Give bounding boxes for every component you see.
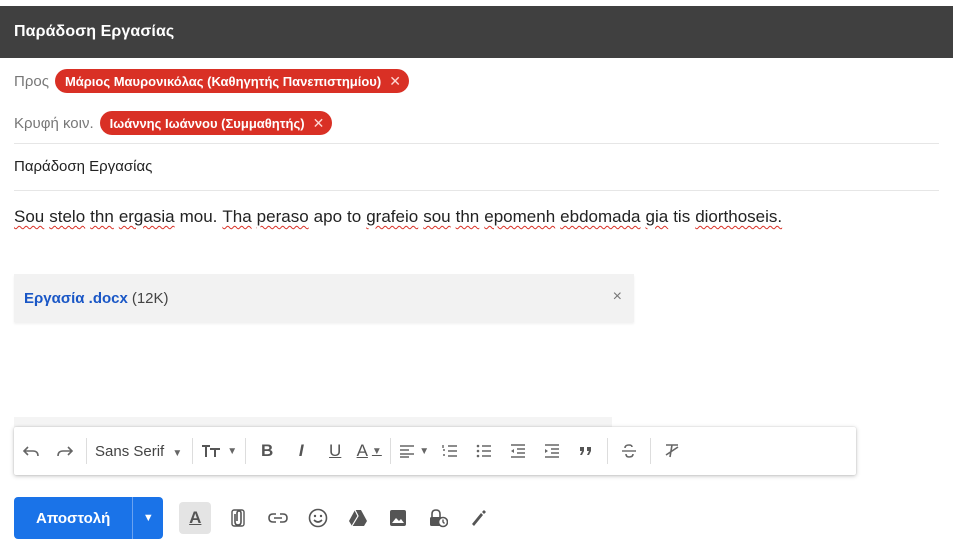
- divider: [14, 143, 939, 144]
- text-color-icon[interactable]: A ▼: [356, 436, 382, 466]
- body-word: mou.: [179, 207, 218, 226]
- toolbar-separator: [245, 438, 247, 464]
- body-word: to: [347, 207, 362, 226]
- body-word: apo: [313, 207, 343, 226]
- remove-to-recipient-icon[interactable]: ✕: [389, 73, 401, 90]
- align-icon[interactable]: ▼: [399, 436, 429, 466]
- font-family-value: Sans Serif: [95, 442, 165, 460]
- strikethrough-icon[interactable]: [616, 436, 642, 466]
- body-word: thn: [90, 207, 114, 226]
- confidential-icon[interactable]: [425, 505, 451, 531]
- body-word: diorthoseis.: [695, 207, 783, 226]
- compose-window: Παράδοση Εργασίας Προς Μάριος Μαυρονικόλ…: [0, 0, 953, 539]
- body-word: peraso: [256, 207, 309, 226]
- indent-more-icon[interactable]: [539, 436, 565, 466]
- toolbar-separator: [86, 438, 87, 464]
- bcc-row[interactable]: Κρυφή κοιν. Ιωάννης Ιωάννου (Συμμαθητής)…: [14, 108, 939, 138]
- scroll-shadow: [14, 417, 612, 427]
- body-word: stelo: [49, 207, 86, 226]
- body-word: thn: [455, 207, 480, 226]
- photo-icon[interactable]: [385, 505, 411, 531]
- toolbar-separator: [607, 438, 609, 464]
- compose-header[interactable]: Παράδοση Εργασίας: [0, 6, 953, 58]
- chevron-down-icon: ▼: [227, 445, 238, 457]
- undo-icon[interactable]: [18, 436, 44, 466]
- remove-attachment-icon[interactable]: ×: [613, 288, 622, 306]
- chevron-down-icon: ▼: [172, 447, 183, 459]
- attachment-name[interactable]: Εργασία .docx: [24, 290, 128, 307]
- attachment-size: (12K): [131, 289, 169, 307]
- body-word: epomenh: [484, 207, 556, 226]
- to-label: Προς: [14, 72, 49, 90]
- text-formatting-icon[interactable]: A: [179, 502, 212, 534]
- body-word: tis: [673, 207, 691, 226]
- send-button[interactable]: Αποστολή: [14, 497, 133, 539]
- underline-icon[interactable]: U: [322, 436, 348, 466]
- numbered-list-icon[interactable]: [437, 436, 463, 466]
- redo-icon[interactable]: [52, 436, 78, 466]
- body-word: Sou: [14, 207, 45, 226]
- divider: [14, 190, 939, 191]
- formatting-toolbar: Sans Serif ▼ ▼ B I U A ▼ ▼: [14, 427, 856, 475]
- chevron-down-icon: ▼: [371, 445, 382, 457]
- bcc-recipient-chip[interactable]: Ιωάννης Ιωάννου (Συμμαθητής) ✕: [99, 111, 333, 135]
- to-row[interactable]: Προς Μάριος Μαυρονικόλας (Καθηγητής Πανε…: [14, 66, 939, 96]
- chevron-down-icon: ▼: [419, 445, 430, 457]
- remove-formatting-icon[interactable]: [659, 436, 685, 466]
- bcc-label: Κρυφή κοιν.: [14, 114, 94, 132]
- remove-bcc-recipient-icon[interactable]: ✕: [313, 115, 325, 132]
- to-recipient-name: Μάριος Μαυρονικόλας (Καθηγητής Πανεπιστη…: [64, 73, 382, 89]
- body-word: Tha: [222, 207, 252, 226]
- quote-icon[interactable]: [573, 436, 599, 466]
- attach-icon[interactable]: [225, 505, 251, 531]
- send-options-button[interactable]: ▼: [132, 497, 164, 539]
- drive-icon[interactable]: [345, 505, 371, 531]
- bold-icon[interactable]: B: [254, 436, 280, 466]
- body-word: sou: [423, 207, 451, 226]
- compose-title: Παράδοση Εργασίας: [14, 23, 175, 40]
- body-word: gia: [645, 207, 669, 226]
- font-family-select[interactable]: Sans Serif ▼: [95, 443, 182, 460]
- body-word: grafeio: [366, 207, 419, 226]
- attachment-chip[interactable]: Εργασία .docx (12K) ×: [14, 274, 634, 322]
- body-word: ergasia: [118, 207, 175, 226]
- bulleted-list-icon[interactable]: [471, 436, 497, 466]
- signature-icon[interactable]: [465, 505, 491, 531]
- italic-icon[interactable]: I: [288, 436, 314, 466]
- toolbar-separator: [192, 438, 194, 464]
- link-icon[interactable]: [265, 505, 291, 531]
- compose-actions: Αποστολή ▼ A: [14, 497, 491, 539]
- message-body[interactable]: Sou stelo thn ergasia mou. Tha peraso apo to graf…: [14, 207, 787, 227]
- body-word: ebdomada: [560, 207, 641, 226]
- emoji-icon[interactable]: [305, 505, 331, 531]
- indent-less-icon[interactable]: [505, 436, 531, 466]
- subject-field[interactable]: Παράδοση Εργασίας: [14, 158, 152, 175]
- to-recipient-chip[interactable]: Μάριος Μαυρονικόλας (Καθηγητής Πανεπιστη…: [54, 69, 409, 93]
- bcc-recipient-name: Ιωάννης Ιωάννου (Συμμαθητής): [109, 115, 305, 131]
- toolbar-separator: [650, 438, 652, 464]
- toolbar-separator: [390, 438, 392, 464]
- font-size-button[interactable]: ▼: [201, 436, 237, 466]
